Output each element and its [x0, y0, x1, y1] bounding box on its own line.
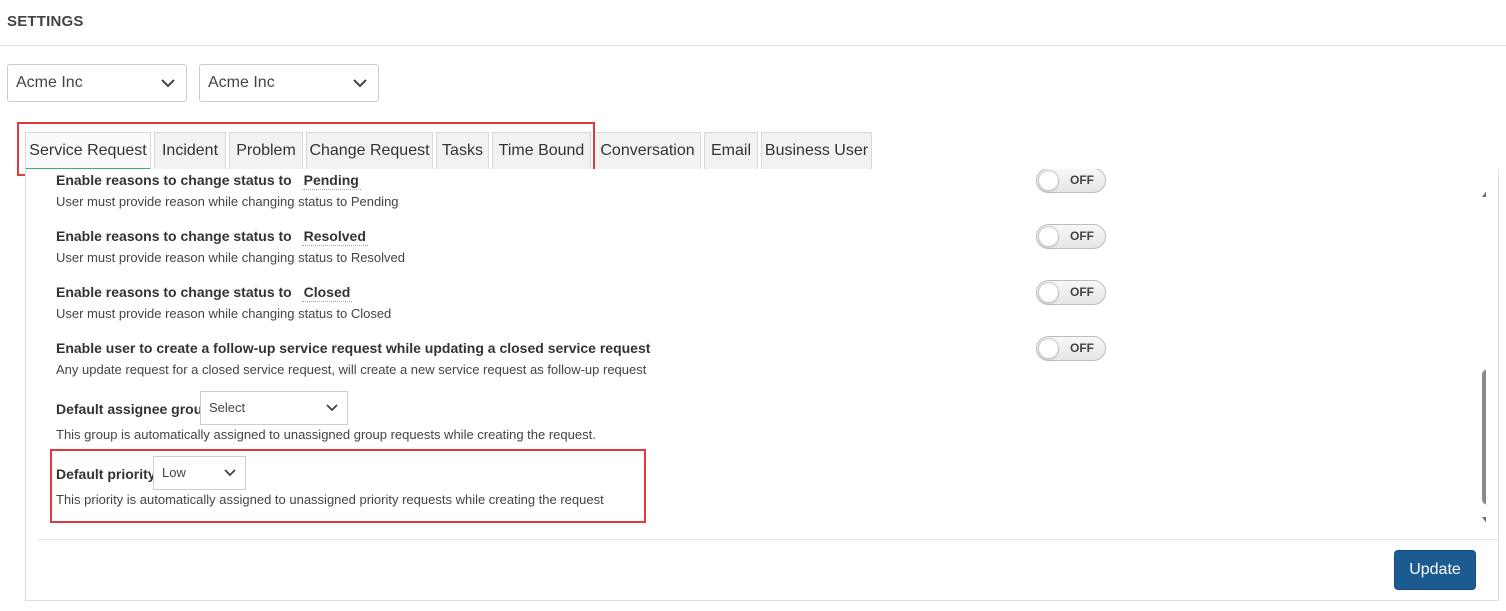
tab-business-user[interactable]: Business User [761, 132, 872, 170]
assignee-group-value: Select [209, 400, 246, 415]
toggle-knob [1038, 226, 1059, 247]
account-select-value: Acme Inc [16, 74, 83, 91]
setting-desc-pending: User must provide reason while changing … [56, 194, 399, 209]
toggle-followup[interactable]: OFF [1036, 336, 1106, 361]
toggle-label: OFF [1070, 285, 1094, 299]
toggle-knob [1038, 170, 1059, 191]
scroll-thumb[interactable] [1482, 369, 1486, 505]
assignee-group-label: Default assignee group [56, 401, 211, 417]
tab-email[interactable]: Email [704, 132, 758, 170]
assignee-group-desc: This group is automatically assigned to … [56, 427, 596, 442]
page-title: SETTINGS [7, 13, 84, 30]
setting-title-text: Enable reasons to change status to [56, 172, 292, 188]
toggle-pending[interactable]: OFF [1036, 169, 1106, 193]
setting-title-resolved: Enable reasons to change status to Resol… [56, 228, 368, 246]
setting-desc-followup: Any update request for a closed service … [56, 362, 647, 377]
toggle-knob [1038, 282, 1059, 303]
tab-label: Business User [764, 142, 869, 159]
priority-desc: This priority is automatically assigned … [56, 492, 604, 507]
page-header: SETTINGS [0, 0, 1506, 46]
assignee-group-select[interactable]: Select [200, 391, 348, 425]
setting-title-closed: Enable reasons to change status to Close… [56, 284, 353, 302]
tabs-highlight-box [17, 122, 595, 176]
tab-label: Email [710, 142, 751, 159]
site-select[interactable]: Acme Inc [199, 64, 379, 102]
priority-label: Default priority [56, 466, 156, 482]
toggle-label: OFF [1070, 229, 1094, 243]
setting-title-followup: Enable user to create a follow-up servic… [56, 340, 651, 356]
toggle-label: OFF [1070, 173, 1094, 187]
toggle-knob [1038, 338, 1059, 359]
scroll-down-arrow-icon[interactable] [1482, 517, 1486, 525]
toggle-label: OFF [1070, 341, 1094, 355]
chevron-down-icon [325, 392, 339, 424]
update-button[interactable]: Update [1394, 550, 1476, 590]
footer-divider [38, 539, 1498, 540]
site-select-value: Acme Inc [208, 74, 275, 91]
setting-title-text: Enable reasons to change status to [56, 228, 292, 244]
chevron-down-icon [223, 457, 237, 489]
tab-label: Conversation [600, 142, 695, 159]
priority-value: Low [162, 465, 186, 480]
setting-title-pending: Enable reasons to change status to Pendi… [56, 172, 361, 190]
status-resolved-link[interactable]: Resolved [301, 228, 368, 246]
tab-conversation[interactable]: Conversation [594, 132, 701, 170]
chevron-down-icon [160, 65, 176, 101]
setting-title-text: Enable reasons to change status to [56, 284, 292, 300]
status-pending-link[interactable]: Pending [301, 172, 361, 190]
toggle-closed[interactable]: OFF [1036, 280, 1106, 305]
scroll-up-arrow-icon[interactable] [1482, 189, 1486, 197]
setting-desc-resolved: User must provide reason while changing … [56, 250, 406, 265]
setting-desc-closed: User must provide reason while changing … [56, 306, 392, 321]
vertical-scrollbar[interactable] [1478, 183, 1486, 529]
status-closed-link[interactable]: Closed [301, 284, 353, 302]
settings-scroll-area[interactable]: Enable reasons to change status to Pendi… [26, 169, 1486, 539]
settings-panel: Enable reasons to change status to Pendi… [25, 169, 1499, 601]
account-select[interactable]: Acme Inc [7, 64, 187, 102]
priority-select[interactable]: Low [153, 456, 246, 490]
chevron-down-icon [352, 65, 368, 101]
toggle-resolved[interactable]: OFF [1036, 224, 1106, 249]
priority-highlight-box [50, 449, 646, 523]
